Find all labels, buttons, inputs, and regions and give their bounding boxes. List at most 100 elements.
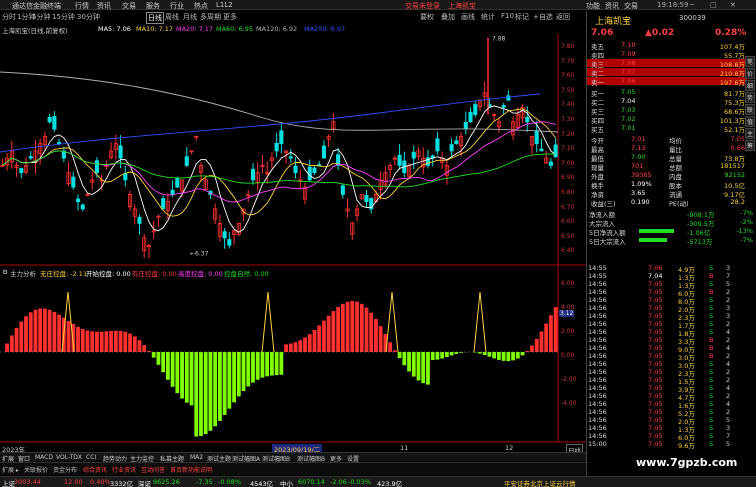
ask-price: 7.06	[621, 77, 636, 85]
panel-tab[interactable]: 联	[745, 104, 755, 115]
tab-30min[interactable]: 30分钟	[77, 12, 100, 22]
menu-trade[interactable]: 交易	[122, 1, 136, 11]
menu-service[interactable]: 服务	[146, 1, 160, 11]
candle	[473, 104, 478, 115]
tick-row: 14:55 7.06 4.9万 S 3	[586, 264, 756, 274]
panel-tab[interactable]: 价	[745, 68, 755, 79]
menu-industry[interactable]: 行业	[170, 1, 184, 11]
bid-price: 7.03	[621, 106, 636, 114]
tick-row: 14:56 7.05 2.3万 S 2	[586, 368, 756, 378]
menu-l1l2[interactable]: L1L2	[216, 1, 233, 9]
candle	[161, 198, 166, 210]
tick-row: 14:56 7.05 4.7万 S 2	[586, 392, 756, 402]
tick-side: S	[709, 296, 714, 304]
info-link[interactable]: 关联报价	[24, 465, 48, 474]
tick-price: 7.05	[648, 392, 663, 400]
tick-price: 7.05	[648, 424, 663, 432]
indicator-tab[interactable]: MA2	[190, 454, 203, 461]
price-change-pct: 0.28%	[715, 28, 747, 38]
btn-back[interactable]: 返回	[556, 12, 570, 22]
tick-row: 14:56 7.05 6.0万 B 2	[586, 288, 756, 298]
tick-count: 3	[726, 264, 731, 272]
price-tick: 7.20	[561, 130, 575, 138]
minimize-icon[interactable]: ─	[690, 1, 694, 9]
tick-price: 7.05	[648, 344, 663, 352]
tick-price: 7.06	[648, 264, 663, 272]
tick-price: 7.05	[648, 352, 663, 360]
tick-price: 7.05	[648, 376, 663, 384]
panel-tab[interactable]: 细	[745, 80, 755, 91]
tick-count: 7	[726, 272, 731, 280]
tick-price: 7.05	[648, 384, 663, 392]
candle	[312, 167, 317, 174]
panel-tab[interactable]: 主	[745, 128, 755, 139]
btn-weight[interactable]: 要权	[420, 12, 434, 22]
tab-15min[interactable]: 15分钟	[52, 12, 75, 22]
tick-count: 5	[726, 440, 731, 448]
tick-side: S	[709, 320, 714, 328]
btn-stats[interactable]: 统计	[481, 12, 495, 22]
candle	[118, 145, 123, 159]
panel-tab[interactable]: 笔	[745, 56, 755, 67]
tick-price: 7.05	[648, 328, 663, 336]
stock-link[interactable]: 上海凯宝	[448, 1, 476, 11]
tick-row: 14:56 7.05 2.0万 S 3	[586, 304, 756, 314]
menu-hot[interactable]: 热点	[194, 1, 208, 11]
tick-row: 14:56 7.05 1.7万 S 2	[586, 320, 756, 330]
info-link[interactable]: 互动问答	[141, 465, 165, 474]
btn-f10[interactable]: F10	[501, 12, 514, 20]
tick-price: 7.05	[648, 296, 663, 304]
candle	[123, 173, 128, 181]
tab-multi[interactable]: 多周期	[200, 12, 221, 22]
maximize-icon[interactable]: □	[710, 1, 717, 9]
btn-overlay[interactable]: 叠加	[441, 12, 455, 22]
info-link[interactable]: 行业资讯	[112, 465, 136, 474]
kline-chart[interactable]: 7.88 ←6.37	[0, 22, 586, 452]
tick-side: B	[709, 344, 714, 352]
candle	[80, 204, 85, 210]
high-marker: 7.88	[492, 36, 506, 43]
tick-count: 2	[726, 296, 731, 304]
panel-tab[interactable]: 值	[745, 116, 755, 127]
tab-intraday[interactable]: 分时	[2, 12, 16, 22]
panel-tab[interactable]: 势	[745, 92, 755, 103]
tab-monthly[interactable]: 月线	[183, 12, 197, 22]
menu-news[interactable]: 资讯	[97, 1, 111, 11]
btn-mark[interactable]: 标记	[515, 12, 529, 22]
indicator-tab[interactable]: MACD	[35, 454, 53, 461]
btn-draw[interactable]: 画线	[461, 12, 475, 22]
menu-quote[interactable]: 行情	[75, 1, 89, 11]
tab-more[interactable]: 更多	[223, 12, 237, 22]
login-status[interactable]: 交易未登录	[405, 1, 440, 11]
tick-price: 7.05	[648, 416, 663, 424]
stat-row: 净资 3.65 流通 9.17亿	[587, 189, 747, 199]
news-btn[interactable]: 资讯	[605, 1, 619, 11]
tick-count: 3	[726, 304, 731, 312]
price-tick: 6.70	[561, 203, 575, 211]
indicator-tick: 6.00	[561, 280, 575, 287]
indicator-gear-icon[interactable]: ⚙	[2, 268, 8, 276]
ask-row: 卖四 7.09 55.7万	[587, 50, 747, 60]
indicator-tab[interactable]: VOL-TDX	[56, 454, 82, 461]
info-link[interactable]: 首页新功能说明	[170, 465, 212, 474]
info-link[interactable]: 综合资讯	[83, 465, 107, 474]
tick-time: 14:56	[588, 368, 607, 376]
info-link[interactable]: 资金分布	[53, 465, 77, 474]
stat-value: 7.00	[631, 153, 646, 161]
close-icon[interactable]: ✕	[730, 1, 736, 9]
info-link[interactable]: 扩展 ▸	[2, 465, 19, 474]
candle	[435, 138, 440, 152]
tick-row: 14:56 7.05 1.6万 S 4	[586, 400, 756, 410]
btn-add-fav[interactable]: +自选	[533, 12, 553, 22]
tick-price: 7.05	[648, 312, 663, 320]
tab-weekly[interactable]: 周线	[165, 12, 179, 22]
trade-btn[interactable]: 交易	[624, 1, 638, 11]
tab-5min[interactable]: 5分钟	[32, 12, 50, 22]
candle	[279, 130, 284, 145]
func-btn[interactable]: 功能	[586, 1, 600, 11]
price-tick: 7.50	[561, 86, 575, 94]
tick-count: 3	[726, 312, 731, 320]
tick-count: 5	[726, 416, 731, 424]
indicator-tab[interactable]: CCI	[86, 454, 96, 461]
panel-tab[interactable]: 筹	[745, 140, 755, 151]
